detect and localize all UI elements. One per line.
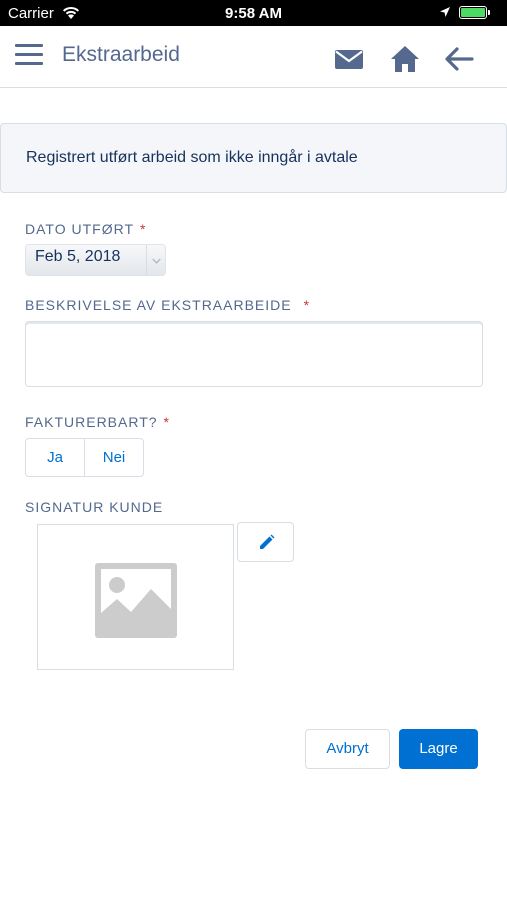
location-icon <box>440 7 450 17</box>
description-label: BESKRIVELSE AV EKSTRAARBEIDE * <box>25 297 310 313</box>
date-label-text: DATO UTFØRT <box>25 221 134 237</box>
clock: 9:58 AM <box>225 5 282 22</box>
signature-box <box>37 524 234 670</box>
signature-label: SIGNATUR KUNDE <box>25 499 164 515</box>
billable-label-text: FAKTURERBART? <box>25 414 158 430</box>
cancel-button[interactable]: Avbryt <box>305 729 390 769</box>
chevron-down-icon <box>146 245 161 275</box>
battery-icon <box>459 6 487 19</box>
back-arrow-icon[interactable] <box>444 44 474 74</box>
pencil-icon <box>260 534 275 549</box>
description-textarea[interactable] <box>25 321 483 387</box>
status-bar: Carrier 9:58 AM <box>0 0 507 26</box>
date-label: DATO UTFØRT * <box>25 221 146 237</box>
image-placeholder-icon <box>95 563 177 638</box>
billable-no-button[interactable]: Nei <box>84 439 143 476</box>
mail-icon[interactable] <box>334 44 364 74</box>
info-text: Registrert utført arbeid som ikke inngår… <box>26 149 358 166</box>
info-panel: Registrert utført arbeid som ikke inngår… <box>0 123 507 193</box>
nav-bar: Ekstraarbeid <box>0 26 507 88</box>
date-picker[interactable]: Feb 5, 2018 <box>25 244 166 276</box>
edit-signature-button[interactable] <box>237 522 294 562</box>
battery-tip <box>488 10 490 15</box>
required-mark: * <box>163 414 170 430</box>
save-button[interactable]: Lagre <box>399 729 478 769</box>
menu-icon[interactable] <box>15 44 43 66</box>
billable-yes-button[interactable]: Ja <box>26 439 84 476</box>
home-icon[interactable] <box>390 44 420 74</box>
page-title: Ekstraarbeid <box>62 43 180 66</box>
date-value: Feb 5, 2018 <box>35 248 121 265</box>
billable-button-group: Ja Nei <box>25 438 144 477</box>
description-label-text: BESKRIVELSE AV EKSTRAARBEIDE <box>25 297 292 313</box>
required-mark: * <box>140 221 147 237</box>
required-mark: * <box>303 297 311 313</box>
billable-label: FAKTURERBART? * <box>25 414 170 430</box>
